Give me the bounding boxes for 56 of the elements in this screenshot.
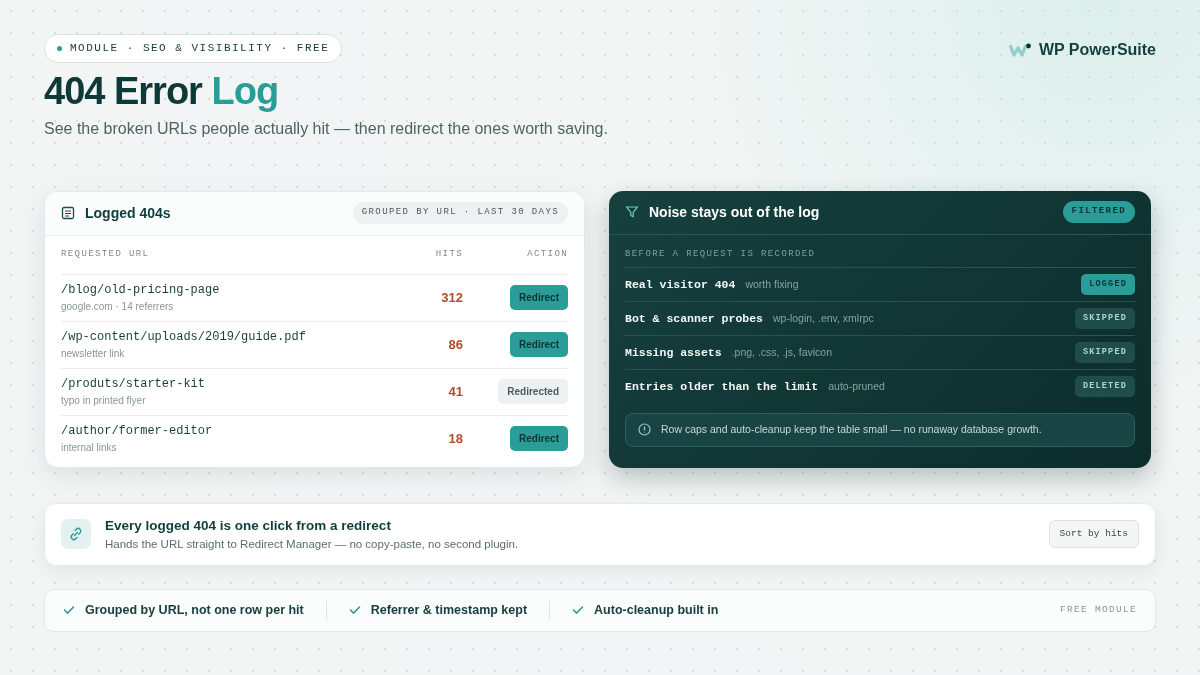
page-title: 404 Error Log (44, 70, 280, 113)
card-title: Logged 404s (85, 203, 171, 223)
card-title: Noise stays out of the log (649, 202, 820, 222)
referrer-text: typo in printed flyer (61, 394, 147, 409)
section-label: BEFORE A REQUEST IS RECORDED (625, 247, 817, 261)
check-icon (348, 605, 361, 616)
hit-count: 312 (441, 289, 463, 305)
filter-icon (625, 205, 639, 220)
status-tag: DELETED (1074, 376, 1135, 397)
rule-label: Real visitor 404 (625, 276, 736, 293)
column-header: REQUESTED URL (61, 247, 151, 261)
link-icon (68, 526, 84, 543)
eyebrow-tag: MODULE · SEO & VISIBILITY · FREE (44, 34, 343, 63)
brand-name: WP PowerSuite (1038, 40, 1156, 60)
rule-label: Entries older than the limit (625, 378, 819, 395)
column-header: ACTION (526, 247, 568, 261)
rule-hint: wp-login, .env, xmlrpc (773, 310, 874, 326)
note-text: Row caps and auto-cleanup keep the table small — no runaway database growth. (661, 422, 1042, 438)
rule-hint: .png, .css, .js, favicon (731, 344, 832, 360)
column-header: HITS (434, 247, 463, 261)
page-subtitle: See the broken URLs people actually hit — then redirect the ones worth saving. (44, 118, 608, 139)
banner-text: Hands the URL straight to Redirect Manager — no copy-paste, no second plugin. (105, 536, 519, 552)
info-icon (638, 423, 651, 437)
url-text: /author/former-editor (61, 423, 214, 441)
banner-title: Every logged 404 is one click from a redirect (105, 516, 392, 535)
status-tag: LOGGED (1081, 274, 1135, 295)
sort-button[interactable]: Sort by hits (1048, 520, 1139, 549)
status-badge: FILTERED (1062, 201, 1135, 223)
url-text: /blog/old-pricing-page (61, 282, 221, 300)
referrer-text: newsletter link (61, 347, 126, 362)
feature-text: Auto-cleanup built in (594, 602, 719, 620)
feature-text: Referrer & timestamp kept (370, 602, 528, 620)
referrer-text: google.com · 14 referrers (61, 300, 175, 315)
check-icon (572, 605, 585, 616)
hit-count: 86 (448, 336, 463, 352)
redirect-button[interactable]: Redirect (510, 332, 568, 358)
redirected-button[interactable]: Redirected (498, 379, 568, 405)
list-icon (61, 206, 75, 221)
rule-label: Missing assets (625, 344, 722, 361)
rule-label: Bot & scanner probes (625, 310, 764, 327)
filter-badge: GROUPED BY URL · LAST 30 DAYS (352, 202, 568, 224)
redirect-button[interactable]: Redirect (510, 285, 568, 311)
url-text: /wp-content/uploads/2019/guide.pdf (61, 329, 307, 347)
status-tag: SKIPPED (1074, 342, 1135, 363)
logo-icon (1008, 43, 1031, 57)
check-icon (63, 605, 75, 616)
status-tag: SKIPPED (1074, 308, 1135, 329)
referrer-text: internal links (61, 441, 118, 456)
hit-count: 41 (448, 383, 463, 399)
rule-hint: auto-pruned (828, 378, 885, 394)
hit-count: 18 (448, 430, 463, 446)
rule-hint: worth fixing (745, 276, 799, 292)
redirect-button[interactable]: Redirect (510, 426, 568, 452)
module-tag: FREE MODULE (1060, 603, 1137, 618)
feature-text: Grouped by URL, not one row per hit (85, 602, 304, 620)
url-text: /produts/starter-kit (61, 376, 207, 394)
